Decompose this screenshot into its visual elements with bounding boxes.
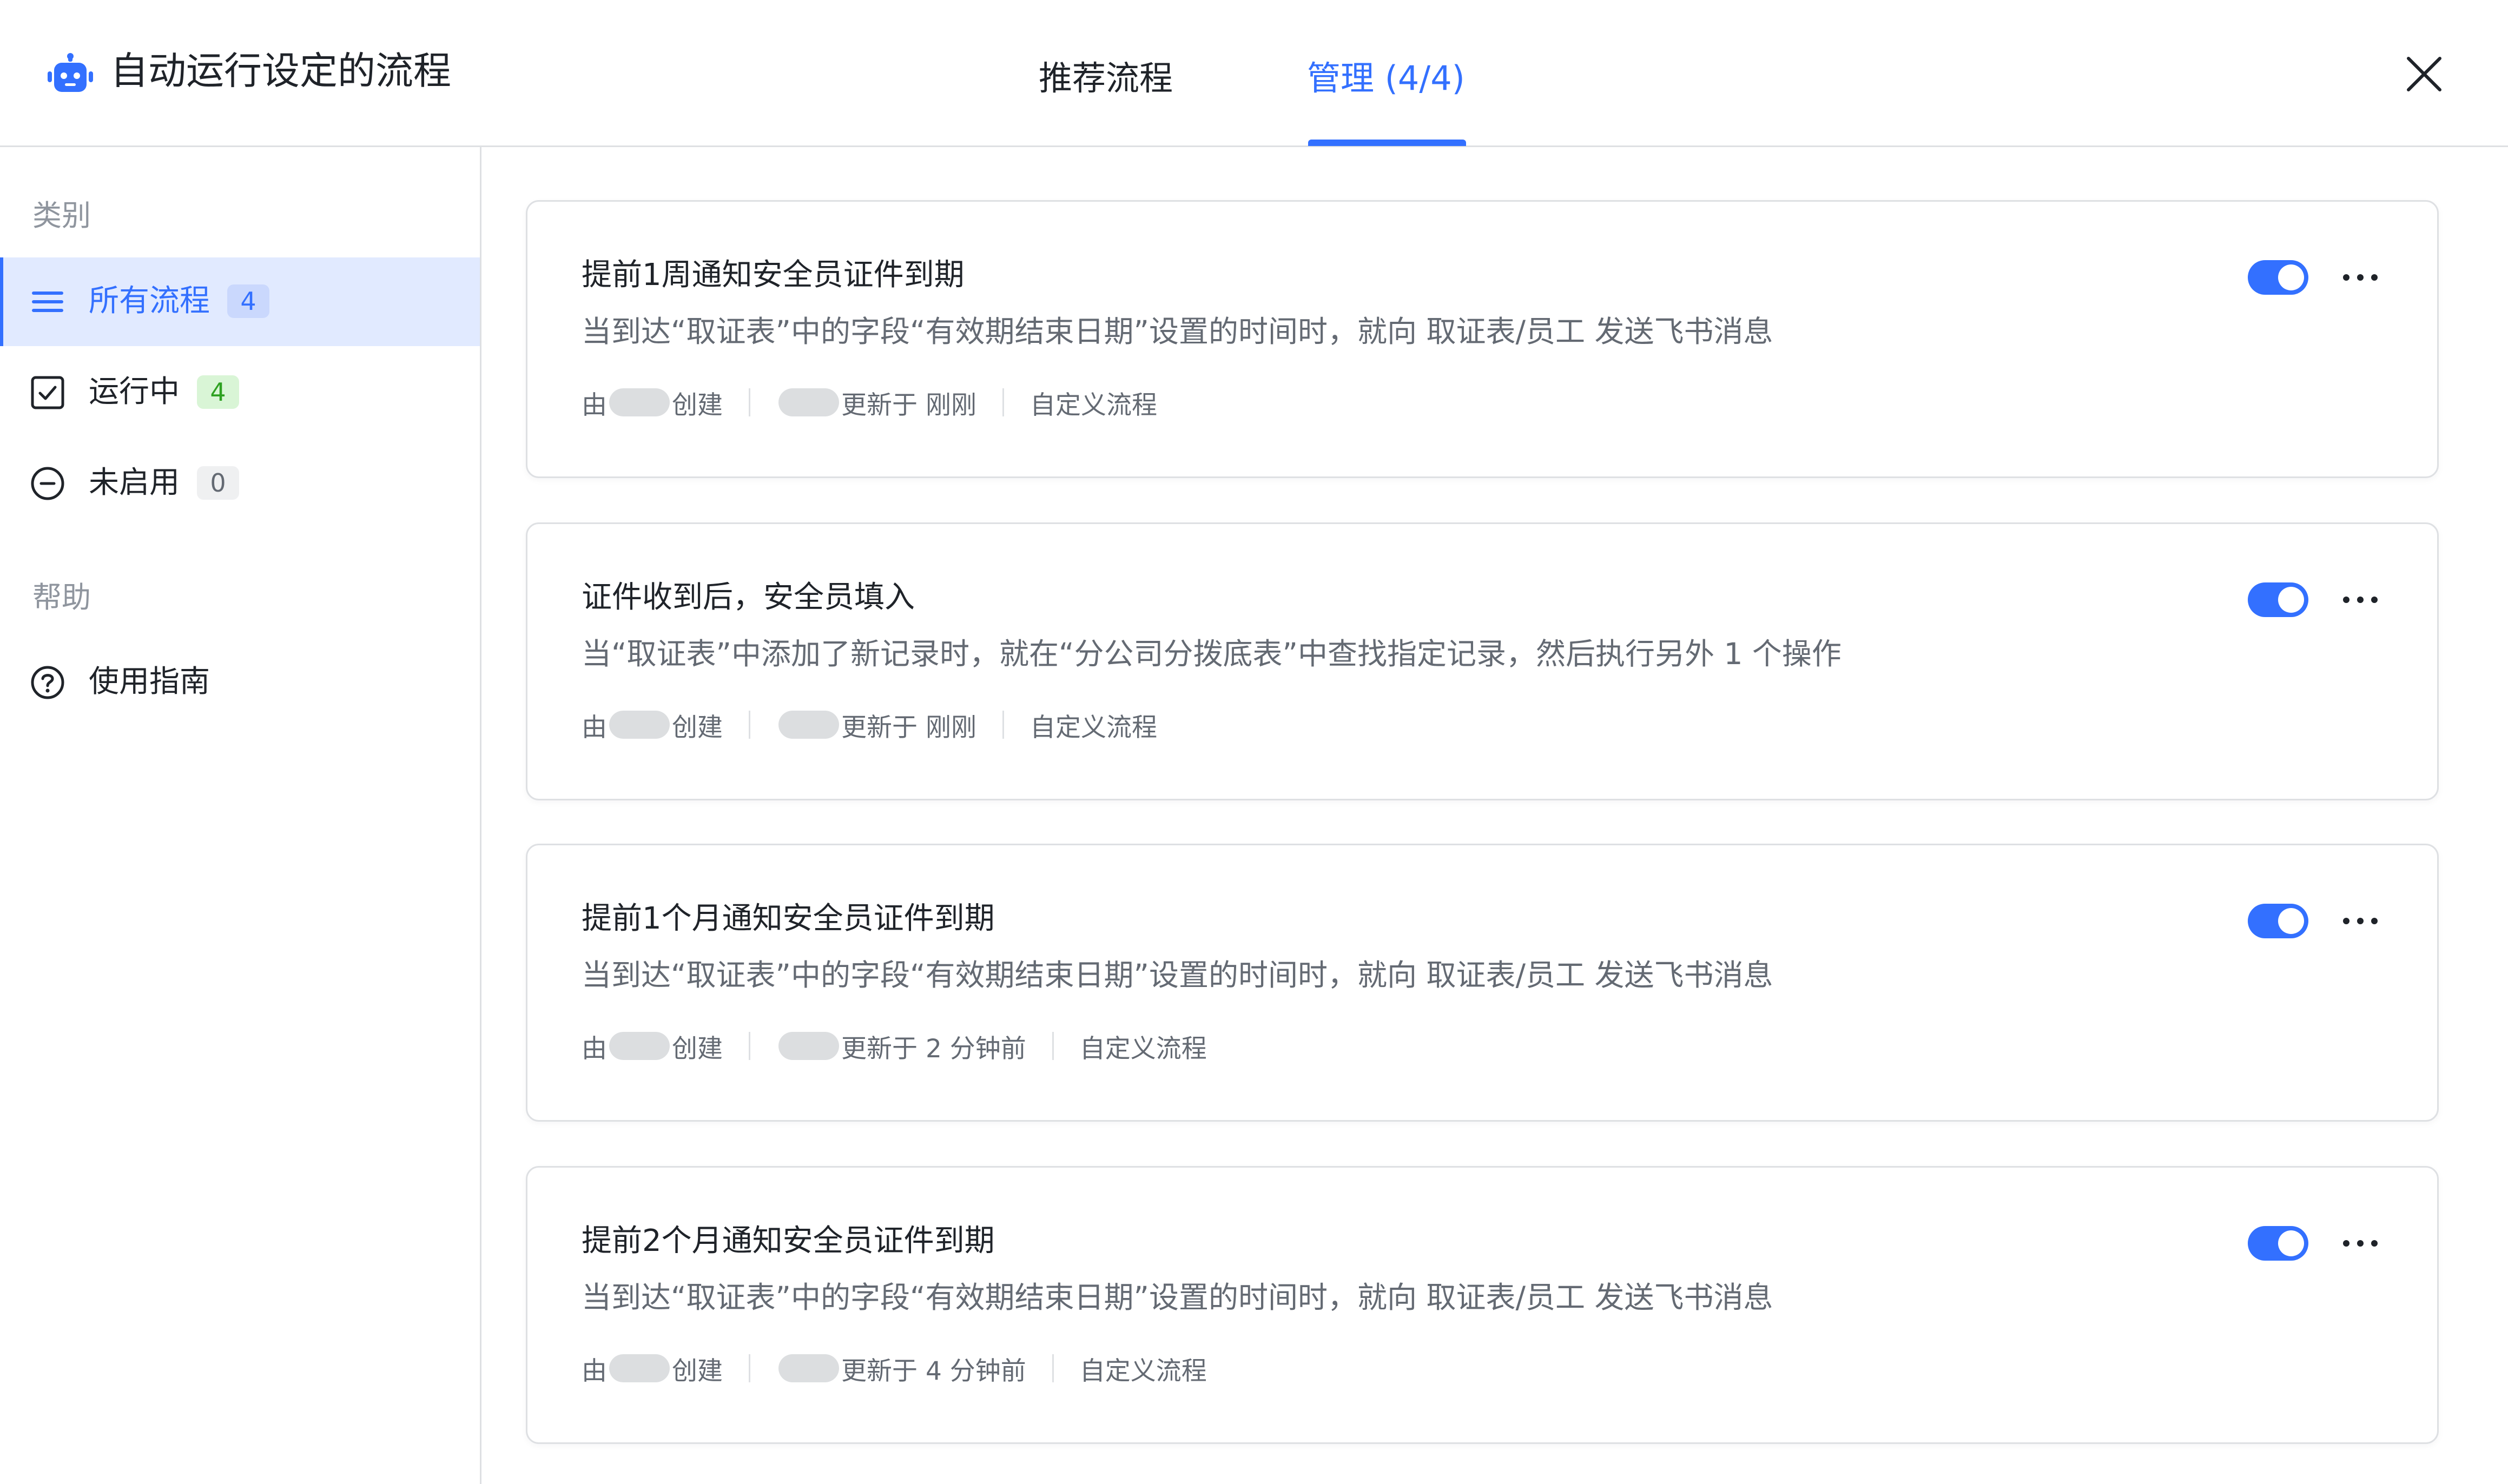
tab-manage[interactable]: 管理 (4/4): [1307, 54, 1465, 103]
tab-recommended-flows[interactable]: 推荐流程: [1039, 54, 1173, 103]
help-section-title: 帮助: [32, 580, 91, 614]
sidebar-item-label: 使用指南: [89, 664, 210, 699]
count-badge: 4: [227, 284, 269, 318]
more-options-icon[interactable]: [2339, 906, 2382, 936]
more-options-icon[interactable]: [2339, 585, 2382, 615]
category-section-title: 类别: [32, 198, 91, 233]
flow-meta: 由 创建 更新于 4 分钟前 自定义流程: [582, 1349, 1207, 1387]
robot-icon: [48, 53, 93, 92]
meta-divider: [749, 1354, 750, 1382]
flow-card[interactable]: 证件收到后，安全员填入 当“取证表”中添加了新记录时，就在“分公司分拨底表”中查…: [526, 522, 2439, 800]
creator-avatar: [609, 1354, 670, 1382]
flow-description: 当“取证表”中添加了新记录时，就在“分公司分拨底表”中查找指定记录，然后执行另外…: [582, 637, 1842, 671]
flow-meta: 由 创建 更新于 刚刚 自定义流程: [582, 383, 1157, 421]
flow-title: 证件收到后，安全员填入: [582, 580, 915, 615]
created-by-prefix: 由: [582, 1034, 607, 1064]
checkbox-icon: [31, 376, 64, 409]
created-by-prefix: 由: [582, 1356, 607, 1386]
flow-type: 自定义流程: [1029, 390, 1157, 420]
more-options-icon[interactable]: [2339, 262, 2382, 293]
flow-enable-toggle[interactable]: [2248, 260, 2308, 295]
list-icon: [32, 292, 63, 312]
dialog-header: 自动运行设定的流程 推荐流程 管理 (4/4): [0, 0, 2508, 147]
created-by-suffix: 创建: [672, 390, 723, 420]
creator-avatar: [609, 711, 670, 739]
updated-time: 更新于 4 分钟前: [841, 1356, 1026, 1386]
flow-meta: 由 创建 更新于 刚刚 自定义流程: [582, 706, 1157, 744]
flow-description: 当到达“取证表”中的字段“有效期结束日期”设置的时间时，就向 取证表/员工 发送…: [582, 314, 1773, 349]
flow-type: 自定义流程: [1079, 1034, 1207, 1064]
flow-type: 自定义流程: [1029, 712, 1157, 743]
created-by-suffix: 创建: [672, 712, 723, 743]
flow-card[interactable]: 提前1周通知安全员证件到期 当到达“取证表”中的字段“有效期结束日期”设置的时间…: [526, 200, 2439, 478]
toggle-knob: [2278, 264, 2304, 290]
flow-enable-toggle[interactable]: [2248, 1226, 2308, 1261]
flow-title: 提前1个月通知安全员证件到期: [582, 901, 995, 936]
created-by-suffix: 创建: [672, 1356, 723, 1386]
created-by-prefix: 由: [582, 390, 607, 420]
meta-divider: [749, 711, 750, 739]
close-icon[interactable]: [2400, 50, 2448, 98]
active-tab-indicator: [1308, 140, 1466, 146]
flow-description: 当到达“取证表”中的字段“有效期结束日期”设置的时间时，就向 取证表/员工 发送…: [582, 958, 1773, 992]
updater-avatar: [778, 1032, 839, 1060]
count-badge: 4: [197, 375, 239, 409]
flow-title: 提前1周通知安全员证件到期: [582, 257, 965, 293]
sidebar-item-label: 运行中: [89, 374, 180, 409]
meta-divider: [1052, 1032, 1054, 1060]
flow-card[interactable]: 提前2个月通知安全员证件到期 当到达“取证表”中的字段“有效期结束日期”设置的时…: [526, 1166, 2439, 1444]
updater-avatar: [778, 388, 839, 416]
minus-circle-icon: [31, 467, 64, 500]
flow-title: 提前2个月通知安全员证件到期: [582, 1223, 995, 1258]
flow-type: 自定义流程: [1079, 1356, 1207, 1386]
updated-time: 更新于 刚刚: [841, 712, 976, 743]
meta-divider: [749, 1032, 750, 1060]
count-badge: 0: [197, 466, 239, 500]
sidebar-item-all-flows[interactable]: 所有流程 4: [0, 257, 480, 346]
question-circle-icon: [31, 666, 64, 699]
dialog-title: 自动运行设定的流程: [110, 49, 451, 93]
meta-divider: [1002, 711, 1004, 739]
automation-flows-dialog: 自动运行设定的流程 推荐流程 管理 (4/4) 类别 所有流程 4 运行中 4 …: [0, 0, 2508, 1484]
toggle-knob: [2278, 908, 2304, 934]
flow-card[interactable]: 提前1个月通知安全员证件到期 当到达“取证表”中的字段“有效期结束日期”设置的时…: [526, 844, 2439, 1122]
flow-meta: 由 创建 更新于 2 分钟前 自定义流程: [582, 1027, 1207, 1065]
meta-divider: [1002, 388, 1004, 416]
meta-divider: [749, 388, 750, 416]
updater-avatar: [778, 711, 839, 739]
sidebar-item-label: 所有流程: [89, 283, 210, 319]
toggle-knob: [2278, 587, 2304, 613]
updated-time: 更新于 刚刚: [841, 390, 976, 420]
flow-enable-toggle[interactable]: [2248, 904, 2308, 938]
flow-enable-toggle[interactable]: [2248, 582, 2308, 617]
sidebar-item-running[interactable]: 运行中 4: [0, 348, 480, 437]
sidebar-item-user-guide[interactable]: 使用指南: [0, 638, 480, 727]
meta-divider: [1052, 1354, 1054, 1382]
creator-avatar: [609, 388, 670, 416]
created-by-suffix: 创建: [672, 1034, 723, 1064]
sidebar-item-disabled[interactable]: 未启用 0: [0, 439, 480, 528]
sidebar: 类别 所有流程 4 运行中 4 未启用 0 帮助 使用指南: [0, 147, 481, 1484]
creator-avatar: [609, 1032, 670, 1060]
sidebar-item-label: 未启用: [89, 465, 180, 500]
toggle-knob: [2278, 1230, 2304, 1256]
updated-time: 更新于 2 分钟前: [841, 1034, 1026, 1064]
created-by-prefix: 由: [582, 712, 607, 743]
flow-description: 当到达“取证表”中的字段“有效期结束日期”设置的时间时，就向 取证表/员工 发送…: [582, 1280, 1773, 1315]
updater-avatar: [778, 1354, 839, 1382]
more-options-icon[interactable]: [2339, 1228, 2382, 1258]
